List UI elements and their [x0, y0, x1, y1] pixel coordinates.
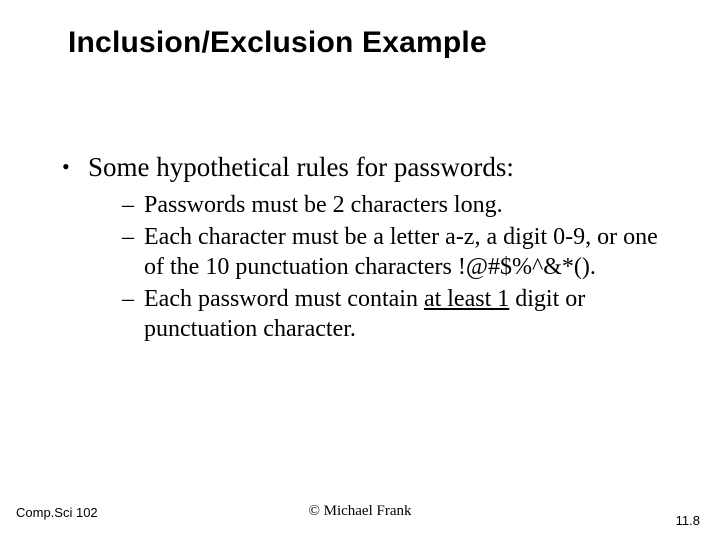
sub-item: – Each character must be a letter a-z, a… [122, 222, 660, 282]
sub-text: Each password must contain at least 1 di… [144, 284, 660, 344]
sub-item: – Each password must contain at least 1 … [122, 284, 660, 344]
footer-page-number: 11.8 [676, 513, 700, 528]
slide: Inclusion/Exclusion Example • Some hypot… [0, 0, 720, 540]
bullet-item: • Some hypothetical rules for passwords: [62, 150, 660, 184]
slide-body: • Some hypothetical rules for passwords:… [62, 150, 660, 346]
dash-marker: – [122, 222, 144, 252]
sub-text: Each character must be a letter a-z, a d… [144, 222, 660, 282]
dash-marker: – [122, 190, 144, 220]
dash-marker: – [122, 284, 144, 314]
bullet-marker: • [62, 150, 88, 184]
slide-title: Inclusion/Exclusion Example [68, 26, 487, 60]
sub-text: Passwords must be 2 characters long. [144, 190, 503, 220]
sub-text-underlined: at least 1 [424, 286, 509, 312]
sub-item: – Passwords must be 2 characters long. [122, 190, 660, 220]
bullet-text: Some hypothetical rules for passwords: [88, 150, 514, 184]
footer-copyright: © Michael Frank [0, 503, 720, 520]
sub-text-prefix: Each password must contain [144, 286, 424, 312]
sub-list: – Passwords must be 2 characters long. –… [122, 190, 660, 344]
